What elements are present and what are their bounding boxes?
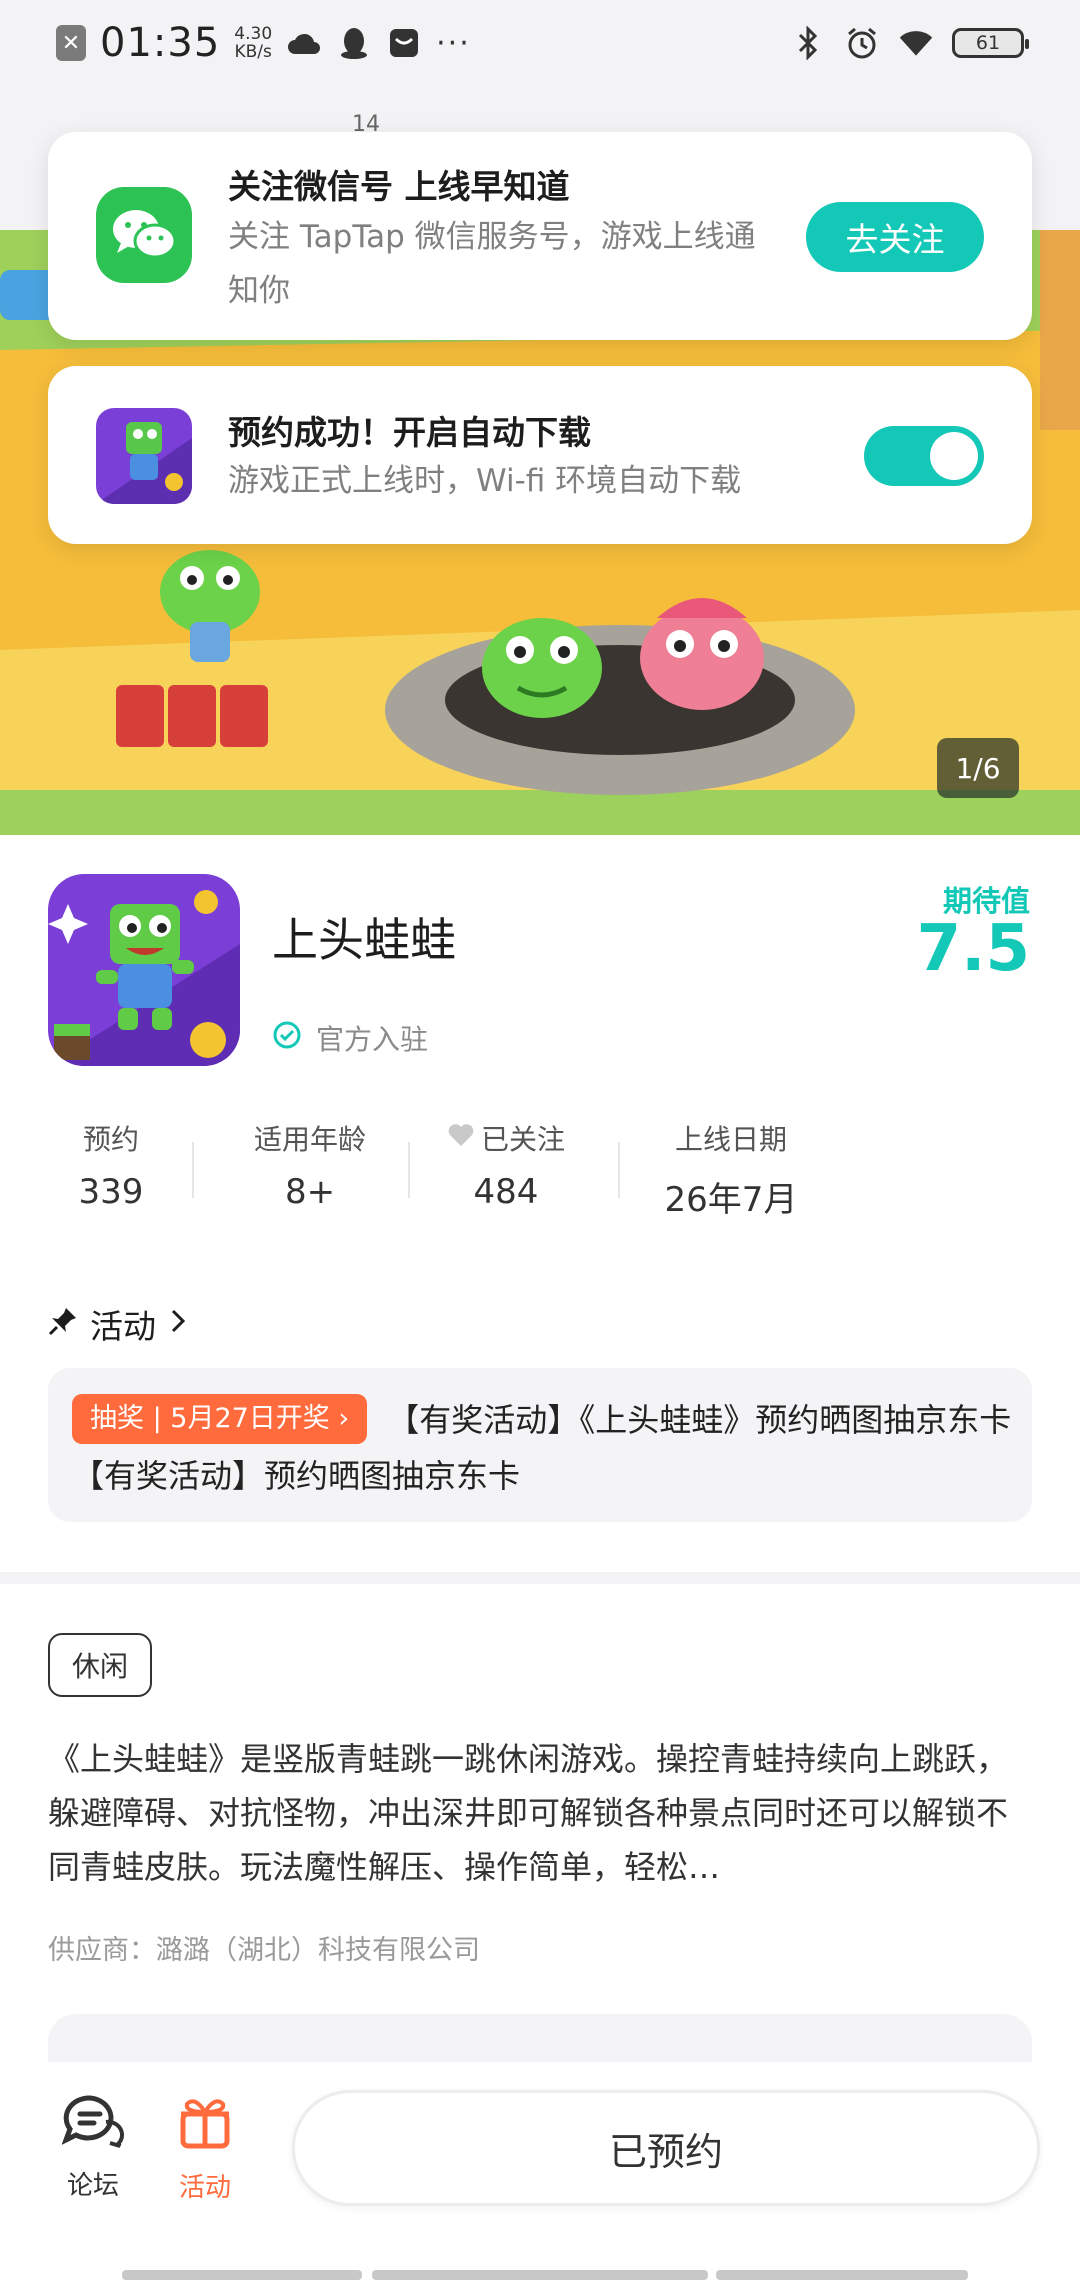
gift-icon bbox=[177, 2094, 233, 2157]
activity-card[interactable]: 抽奖 | 5月27日开奖 › 【有奖活动】《上头蛙蛙》预约晒图抽京东卡 【有奖活动… bbox=[48, 1368, 1032, 1522]
follow-button[interactable]: 去关注 bbox=[806, 202, 984, 272]
qq-penguin-icon bbox=[336, 25, 372, 61]
activity-heading: 活动 bbox=[90, 1307, 156, 1346]
wechat-card-title: 关注微信号 上线早知道 bbox=[228, 167, 570, 206]
auto-download-toggle[interactable] bbox=[864, 426, 984, 486]
reserve-card-title: 预约成功！开启自动下载 bbox=[228, 413, 591, 452]
pin-icon bbox=[48, 1305, 78, 1344]
network-speed: 4.30 KB/s bbox=[234, 24, 273, 62]
status-bar: ✕ 01:35 4.30 KB/s ··· 61 bbox=[0, 0, 1080, 84]
chevron-right-icon bbox=[168, 1305, 188, 1344]
stat-divider bbox=[192, 1142, 194, 1198]
status-time: 01:35 bbox=[100, 20, 221, 66]
activity-section-header[interactable]: 活动 bbox=[48, 1300, 188, 1348]
expectation-score: 7.5 bbox=[916, 912, 1030, 986]
activity-tab[interactable]: 活动 bbox=[160, 2094, 250, 2204]
official-badge: 官方入驻 bbox=[272, 1018, 428, 1058]
game-mini-icon bbox=[96, 408, 192, 504]
forum-tab[interactable]: 论坛 bbox=[48, 2094, 138, 2202]
stat-age-rating: 适用年龄 8+ bbox=[253, 1123, 366, 1212]
stat-reservations: 预约 339 bbox=[78, 1123, 144, 1212]
stat-followers[interactable]: 已关注 484 bbox=[436, 1118, 576, 1212]
nav-indicator bbox=[122, 2270, 362, 2280]
supplier-info: 供应商：潞潞（湖北）科技有限公司 bbox=[48, 1935, 480, 1966]
reserve-card-subtitle: 游戏正式上线时，Wi-fi 环境自动下载 bbox=[228, 463, 742, 499]
reserve-success-card: 预约成功！开启自动下载 游戏正式上线时，Wi-fi 环境自动下载 bbox=[48, 366, 1032, 544]
activity-label: 活动 bbox=[178, 2173, 231, 2203]
nav-indicator bbox=[716, 2270, 968, 2280]
verified-check-icon bbox=[272, 1020, 302, 1057]
reserved-button[interactable]: 已预约 bbox=[292, 2090, 1040, 2206]
stat-release-date: 上线日期 26年7月 bbox=[664, 1123, 798, 1220]
alarm-icon bbox=[844, 25, 880, 61]
bottom-action-bar: 论坛 活动 已预约 bbox=[0, 2062, 1080, 2280]
nav-indicator bbox=[372, 2270, 708, 2280]
lottery-badge: 抽奖 | 5月27日开奖 › bbox=[72, 1394, 368, 1444]
forum-label: 论坛 bbox=[66, 2171, 119, 2201]
forum-chat-icon bbox=[61, 2094, 125, 2155]
weather-cloud-icon bbox=[286, 25, 322, 61]
official-label: 官方入驻 bbox=[316, 1023, 429, 1056]
game-icon bbox=[48, 874, 240, 1066]
inbox-icon bbox=[386, 25, 422, 61]
wifi-icon bbox=[898, 25, 934, 61]
bluetooth-icon bbox=[790, 25, 826, 61]
heart-icon bbox=[447, 1122, 475, 1155]
battery-indicator: 61 bbox=[952, 28, 1029, 58]
wechat-follow-card[interactable]: 关注微信号 上线早知道 关注 TapTap 微信服务号，游戏上线通知你 去关注 bbox=[48, 132, 1032, 340]
stats-row: 预约 339 适用年龄 8+ 已关注 484 上线日期 26年7月 bbox=[36, 1118, 1044, 1228]
genre-tag[interactable]: 休闲 bbox=[48, 1633, 153, 1697]
wechat-icon bbox=[96, 187, 192, 283]
wechat-card-subtitle: 关注 TapTap 微信服务号，游戏上线通知你 bbox=[228, 219, 756, 309]
stat-divider bbox=[618, 1142, 620, 1198]
section-divider bbox=[0, 1572, 1080, 1584]
notification-close-icon: ✕ bbox=[56, 25, 86, 61]
banner-page-counter: 1/6 bbox=[937, 738, 1019, 798]
game-title: 上头蛙蛙 bbox=[272, 913, 456, 967]
game-description[interactable]: 《上头蛙蛙》是竖版青蛙跳一跳休闲游戏。操控青蛙持续向上跳跃，躲避障碍、对抗怪物，… bbox=[48, 1732, 1038, 1894]
more-notifications-icon: ··· bbox=[436, 25, 471, 61]
stat-divider bbox=[408, 1142, 410, 1198]
